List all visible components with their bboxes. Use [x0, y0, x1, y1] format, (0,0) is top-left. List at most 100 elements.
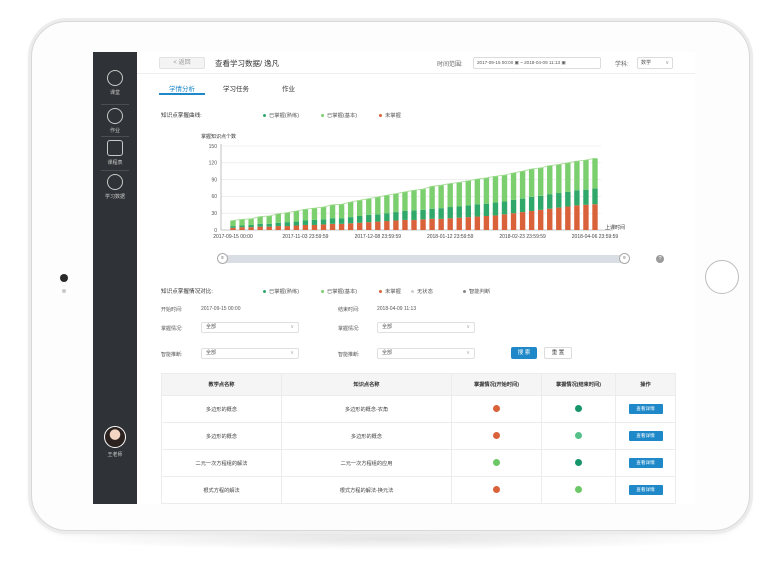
- x-tick-label: 2018-04-06 23:59:59: [572, 234, 619, 240]
- reset-button[interactable]: 重 置: [544, 347, 572, 359]
- status-dot: [575, 404, 582, 412]
- start-time-value: 2017-09-15 00:00: [201, 306, 241, 312]
- bar-segment: [338, 223, 345, 230]
- bar-segment: [547, 165, 553, 195]
- home-button[interactable]: [705, 260, 739, 294]
- view-detail-button[interactable]: 查看详情: [628, 458, 663, 468]
- knowledge-point-cell: 二元一次方程组的应用: [281, 449, 452, 477]
- bar-segment: [320, 207, 327, 220]
- sidebar-item-learning-data[interactable]: 学习数据: [93, 174, 137, 210]
- subject-select[interactable]: 数学 ∨: [637, 57, 673, 69]
- sidebar: 课堂 作业 课程表 学习数据 王老师: [93, 52, 137, 504]
- bar-segment: [248, 224, 254, 228]
- view-detail-button[interactable]: 查看详情: [628, 404, 663, 414]
- bar-segment: [556, 193, 562, 208]
- bar-segment: [357, 200, 363, 216]
- view-detail-button[interactable]: 查看详情: [628, 485, 663, 495]
- chart-range-slider[interactable]: [221, 255, 625, 263]
- bar-segment: [483, 216, 490, 230]
- bar-segment: [338, 218, 345, 224]
- slider-handle-end[interactable]: ≡: [619, 253, 630, 264]
- bar-segment: [393, 212, 399, 221]
- smart-end-select[interactable]: 全部 ∨: [377, 348, 475, 359]
- table-row: 多边形的概念 多边形的概念 查看详情: [161, 422, 676, 450]
- sidebar-item-homework[interactable]: 作业: [93, 108, 137, 144]
- tab-homework[interactable]: 作业: [282, 83, 295, 93]
- legend-label: 已掌握(熟练): [269, 289, 300, 295]
- bar-segment: [366, 198, 372, 215]
- header-bar: < 返回 查看学习数据/ 逸凡 时间范围: 2017-09-15 00:00 ▣…: [137, 52, 695, 74]
- bar-segment: [347, 223, 354, 230]
- sidebar-divider: [101, 136, 129, 137]
- end-status-cell: [541, 449, 616, 477]
- start-status-cell: [451, 476, 542, 504]
- user-name: 王老师: [107, 452, 123, 458]
- column-header: 掌握情况(开始时间): [451, 373, 542, 396]
- bar-segment: [266, 216, 272, 224]
- bar-segment: [411, 219, 417, 230]
- mastery-end-select[interactable]: 全部 ∨: [377, 322, 475, 333]
- bar-segment: [230, 226, 236, 228]
- teaching-point-cell: 根式方程的解法: [161, 476, 282, 504]
- tab-learning-tasks[interactable]: 学习任务: [223, 83, 249, 93]
- bar-segment: [474, 204, 481, 217]
- mastery-start-select[interactable]: 全部 ∨: [201, 322, 299, 333]
- status-dot: [575, 458, 582, 466]
- chart-canvas: 掌握知识点个数 0 30 60 90 120 150 上课时间 2017-09-15 00:00…: [201, 133, 625, 240]
- end-status-cell: [541, 395, 616, 423]
- avatar[interactable]: [104, 426, 126, 448]
- bar-segment: [257, 226, 263, 230]
- bar-segment: [248, 218, 254, 225]
- bar-segment: [492, 215, 499, 230]
- bar-segment: [592, 188, 598, 205]
- bar-segment: [266, 223, 272, 227]
- search-button[interactable]: 搜 索: [511, 347, 537, 359]
- smart-start-select[interactable]: 全部 ∨: [201, 348, 299, 359]
- sidebar-item-label: 课堂: [109, 90, 120, 96]
- chevron-down-icon: ∨: [665, 60, 669, 66]
- knowledge-point-cell: 根式方程的解法-换元法: [281, 476, 452, 504]
- knowledge-point-cell: 多边形的概念: [281, 422, 452, 450]
- end-time-value: 2018-04-09 11:13: [377, 306, 417, 312]
- legend-item: 已掌握(熟练): [263, 287, 299, 295]
- bar-segment: [429, 208, 435, 219]
- sidebar-item-classroom[interactable]: 课堂: [93, 70, 137, 106]
- action-cell: 查看详情: [615, 476, 676, 504]
- view-detail-button[interactable]: 查看详情: [628, 431, 663, 441]
- bar-segment: [528, 196, 535, 211]
- tab-learning-analysis[interactable]: 学情分析: [169, 83, 195, 93]
- back-button[interactable]: < 返回: [159, 57, 205, 69]
- legend-item: 已掌握(熟练): [263, 111, 299, 119]
- bar-segment: [384, 221, 390, 230]
- bar-segment: [420, 209, 426, 220]
- sidebar-item-label: 作业: [109, 128, 120, 134]
- time-range-picker[interactable]: 2017-09-15 00:00 ▣ ~ 2018-04-09 11:13 ▣: [473, 57, 601, 69]
- bar-segment: [411, 190, 417, 211]
- smart-filter-label: 智能推断:: [338, 352, 360, 358]
- bar-segment: [429, 218, 435, 230]
- legend-label: 未掌握: [385, 113, 401, 119]
- x-tick-label: 2017-11-03 23:59:59: [282, 234, 328, 240]
- bar-segment: [384, 213, 390, 222]
- bar-segment: [366, 222, 372, 230]
- bar-segment: [284, 212, 290, 223]
- bar-segment: [311, 224, 318, 230]
- bar-segment: [275, 226, 281, 230]
- y-tick-label: 120: [209, 161, 218, 167]
- bar-segment: [456, 206, 462, 218]
- active-tab-indicator: [159, 93, 205, 95]
- app-screen: 课堂 作业 课程表 学习数据 王老师 < 返回 查看学习数据/ 逸凡 时间范围:…: [93, 52, 695, 504]
- chevron-down-icon: ∨: [466, 324, 470, 330]
- bar-segment: [574, 161, 580, 191]
- bar-segment: [510, 172, 517, 200]
- slider-handle-start[interactable]: ≡: [217, 253, 228, 264]
- start-status-cell: [451, 449, 542, 477]
- compare-section-label: 知识点掌握情况对比:: [161, 289, 213, 295]
- sidebar-item-label: 学习数据: [104, 194, 125, 200]
- help-icon[interactable]: ?: [656, 255, 664, 263]
- legend-item: 已掌握(基本): [321, 287, 357, 295]
- action-cell: 查看详情: [615, 395, 676, 423]
- x-tick-label: 2017-12-08 23:59:59: [355, 234, 402, 240]
- homework-icon: [107, 108, 123, 124]
- y-tick-label: 0: [214, 228, 217, 234]
